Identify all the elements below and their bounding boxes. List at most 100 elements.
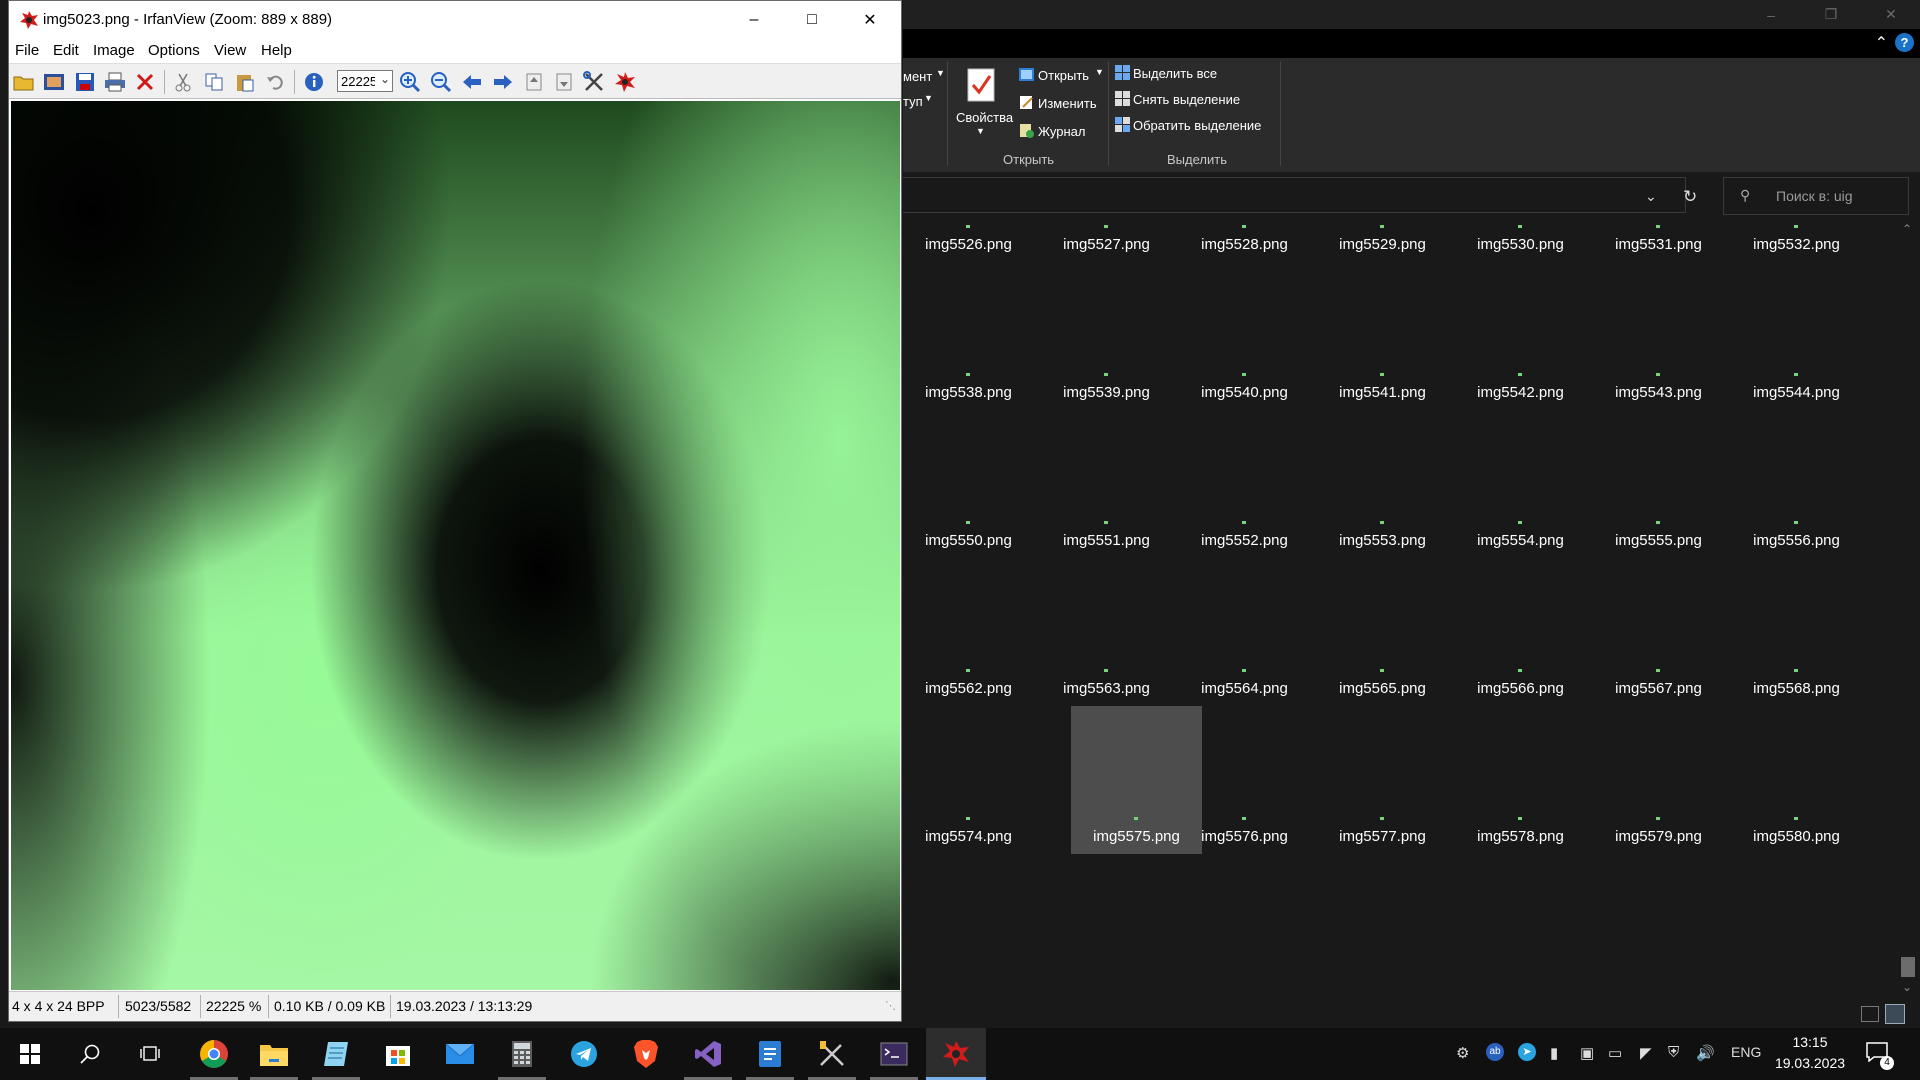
taskbar-file-explorer[interactable] xyxy=(244,1028,304,1080)
file-item[interactable]: img5543.png xyxy=(1593,366,1724,514)
slideshow-button[interactable] xyxy=(42,70,66,94)
ribbon-partial-item[interactable]: туп xyxy=(903,94,923,109)
restore-button[interactable]: ❐ xyxy=(1802,0,1860,29)
zoom-out-button[interactable] xyxy=(429,70,453,94)
usb-tray-icon[interactable]: ▮ xyxy=(1550,1044,1558,1062)
file-item[interactable]: img5565.png xyxy=(1317,662,1448,810)
cut-button[interactable] xyxy=(171,70,195,94)
menu-image[interactable]: Image xyxy=(93,42,135,59)
file-item[interactable]: img5553.png xyxy=(1317,514,1448,662)
edit-button[interactable]: Изменить xyxy=(1015,94,1105,114)
scroll-thumb[interactable] xyxy=(1901,957,1915,977)
file-item[interactable]: img5551.png xyxy=(1041,514,1172,662)
menu-options[interactable]: Options xyxy=(148,42,200,59)
file-item[interactable]: img5529.png xyxy=(1317,218,1448,366)
task-view-button[interactable] xyxy=(120,1028,180,1080)
zoom-select[interactable]: 22225 ⌄ xyxy=(337,70,393,92)
taskbar-mail[interactable] xyxy=(430,1028,490,1080)
copy-button[interactable] xyxy=(202,70,226,94)
properties-button[interactable]: Свойства ▼ xyxy=(953,62,1013,142)
taskbar-store[interactable] xyxy=(368,1028,428,1080)
invert-selection-button[interactable]: Обратить выделение xyxy=(1113,116,1263,136)
taskbar-notepad[interactable] xyxy=(306,1028,366,1080)
select-all-button[interactable]: Выделить все xyxy=(1113,64,1263,84)
file-item[interactable]: img5528.png xyxy=(1179,218,1310,366)
file-item[interactable]: img5577.png xyxy=(1317,810,1448,958)
image-info-button[interactable] xyxy=(302,70,326,94)
properties-button[interactable] xyxy=(582,70,606,94)
scroll-up-icon[interactable]: ⌃ xyxy=(1902,222,1912,236)
history-button[interactable]: Журнал xyxy=(1015,122,1105,142)
file-item[interactable]: img5554.png xyxy=(1455,514,1586,662)
file-item[interactable]: img5578.png xyxy=(1455,810,1586,958)
wifi-icon[interactable]: ◤ xyxy=(1640,1044,1652,1062)
telegram-tray-icon[interactable]: ➤ xyxy=(1518,1043,1536,1061)
last-image-button[interactable] xyxy=(552,70,576,94)
taskbar-search-button[interactable] xyxy=(60,1028,120,1080)
taskbar-visual-studio[interactable] xyxy=(678,1028,738,1080)
minimize-button[interactable]: – xyxy=(725,1,783,39)
file-item[interactable]: img5542.png xyxy=(1455,366,1586,514)
open-folder-button[interactable] xyxy=(12,70,36,94)
search-input[interactable]: ⚲ Поиск в: uig xyxy=(1723,177,1909,215)
save-button[interactable] xyxy=(73,70,97,94)
details-view-icon[interactable] xyxy=(1861,1006,1879,1022)
file-item[interactable]: img5574.png xyxy=(903,810,1034,958)
file-item[interactable]: img5538.png xyxy=(903,366,1034,514)
file-item[interactable]: img5568.png xyxy=(1731,662,1862,810)
volume-icon[interactable]: 🔊 xyxy=(1696,1044,1715,1062)
menu-help[interactable]: Help xyxy=(261,42,292,59)
file-item[interactable]: img5550.png xyxy=(903,514,1034,662)
file-item[interactable]: img5532.png xyxy=(1731,218,1862,366)
taskbar-brave[interactable] xyxy=(616,1028,676,1080)
clock-date[interactable]: 19.03.2023 xyxy=(1765,1055,1855,1071)
start-button[interactable] xyxy=(0,1028,60,1080)
scroll-down-icon[interactable]: ⌄ xyxy=(1902,980,1912,994)
file-item[interactable]: img5556.png xyxy=(1731,514,1862,662)
vertical-scrollbar[interactable]: ⌃ ⌄ xyxy=(1896,222,1920,1000)
clock-time[interactable]: 13:15 xyxy=(1775,1034,1845,1050)
image-canvas[interactable] xyxy=(11,101,900,990)
file-item[interactable]: img5527.png xyxy=(1041,218,1172,366)
file-item[interactable]: img5541.png xyxy=(1317,366,1448,514)
next-image-button[interactable] xyxy=(491,70,515,94)
file-item[interactable]: img5576.png xyxy=(1179,810,1310,958)
select-none-button[interactable]: Снять выделение xyxy=(1113,90,1263,110)
taskbar-telegram[interactable] xyxy=(554,1028,614,1080)
menu-edit[interactable]: Edit xyxy=(53,42,79,59)
file-item[interactable]: img5567.png xyxy=(1593,662,1724,810)
paste-button[interactable] xyxy=(233,70,257,94)
file-item[interactable]: img5566.png xyxy=(1455,662,1586,810)
battery-icon[interactable]: ▭ xyxy=(1608,1044,1622,1062)
refresh-icon[interactable]: ↻ xyxy=(1683,187,1697,207)
minimize-button[interactable]: – xyxy=(1742,0,1800,29)
file-item[interactable]: img5539.png xyxy=(1041,366,1172,514)
previous-image-button[interactable] xyxy=(460,70,484,94)
help-icon[interactable]: ? xyxy=(1895,33,1914,52)
file-item[interactable]: img5540.png xyxy=(1179,366,1310,514)
taskbar-tools[interactable] xyxy=(802,1028,862,1080)
taskbar-word[interactable] xyxy=(740,1028,800,1080)
maximize-button[interactable]: □ xyxy=(783,1,841,39)
file-item[interactable]: img5580.png xyxy=(1731,810,1862,958)
address-bar[interactable]: ⌄ ↻ xyxy=(903,177,1697,213)
ribbon-partial-item[interactable]: мент xyxy=(903,69,932,84)
file-item[interactable]: img5552.png xyxy=(1179,514,1310,662)
file-item[interactable]: img5526.png xyxy=(903,218,1034,366)
file-item[interactable]: img5579.png xyxy=(1593,810,1724,958)
print-button[interactable] xyxy=(103,70,127,94)
taskbar-terminal[interactable] xyxy=(864,1028,924,1080)
about-button[interactable] xyxy=(613,70,637,94)
file-item[interactable]: img5555.png xyxy=(1593,514,1724,662)
taskbar-irfanview[interactable] xyxy=(926,1028,986,1080)
chevron-down-icon[interactable]: ⌄ xyxy=(1645,188,1657,205)
menu-file[interactable]: File xyxy=(15,42,39,59)
steam-tray-icon[interactable]: ⚙ xyxy=(1456,1044,1469,1062)
file-item[interactable]: img5531.png xyxy=(1593,218,1724,366)
first-image-button[interactable] xyxy=(522,70,546,94)
close-button[interactable]: ✕ xyxy=(1862,0,1920,29)
app-tray-icon[interactable]: ab xyxy=(1486,1043,1504,1061)
file-item[interactable]: img5530.png xyxy=(1455,218,1586,366)
open-button[interactable]: Открыть ▼ xyxy=(1015,66,1105,86)
resize-grip-icon[interactable]: ⋱ xyxy=(885,992,896,1021)
